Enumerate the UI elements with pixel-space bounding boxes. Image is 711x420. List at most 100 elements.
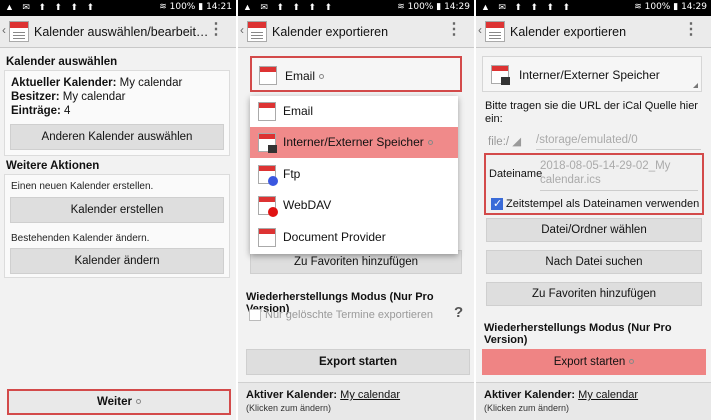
active-calendar-label: Aktiver Kalender: [484,389,576,401]
entries-value: 4 [64,105,71,117]
dropdown-item-label: Ftp [283,167,301,181]
storage-icon [258,133,277,153]
only-deleted-label: Nur gelöschte Termine exportieren [265,309,433,321]
more-actions-card: Einen neuen Kalender erstellen. Kalender… [4,174,230,278]
document-provider-icon [258,228,276,247]
ripple-icon [319,74,325,80]
next-button[interactable]: Weiter [7,389,231,415]
current-calendar-value: My calendar [119,77,183,89]
notification-icons: ▲ ✉ ⬆ ⬆ ⬆ ⬆ [481,2,574,12]
active-calendar-footer[interactable]: Aktiver Kalender: My calendar (Klicken z… [238,382,474,420]
screen-export-dropdown: ▲ ✉ ⬆ ⬆ ⬆ ⬆ ≋ 100% ▮ 14:29 ‹ Kalender ex… [238,0,474,420]
add-favorites-button[interactable]: Zu Favoriten hinzufügen [486,282,702,306]
export-target-spinner[interactable]: Email [250,56,462,92]
path-field[interactable]: /storage/emulated/0 [536,134,701,150]
dropdown-item-label: Email [283,104,314,118]
dropdown-item-storage[interactable]: Interner/Externer Speicher [250,127,458,158]
active-calendar-line: Aktiver Kalender: My calendar [484,389,638,401]
create-calendar-text: Einen neuen Kalender erstellen. [11,181,154,192]
edit-calendar-text: Bestehenden Kalender ändern. [11,233,150,244]
owner-value: My calendar [62,91,126,103]
battery-icon: ▮ [673,2,679,12]
calendar-app-icon [485,21,505,42]
only-deleted-checkbox[interactable] [249,309,261,321]
notification-icons: ▲ ✉ ⬆ ⬆ ⬆ ⬆ [243,2,336,12]
filename-field[interactable]: 2018-08-05-14-29-02_My calendar.ics [540,159,698,191]
active-calendar-link[interactable]: My calendar [578,389,638,401]
wifi-icon: ≋ [159,2,167,12]
battery-level: 100% [644,2,671,12]
ftp-icon [258,165,278,186]
owner-label: Besitzer: [11,91,60,103]
active-calendar-link[interactable]: My calendar [340,389,400,401]
filename-group: Dateiname 2018-08-05-14-29-02_My calenda… [484,153,704,215]
section-more-title: Weitere Aktionen [6,160,100,172]
current-calendar-card: Aktueller Kalender: My calendar Besitzer… [4,70,230,156]
battery-level: 100% [407,2,434,12]
export-start-button[interactable]: Export starten [482,349,706,375]
back-icon[interactable]: ‹ [478,23,482,37]
screen-export-storage: ▲ ✉ ⬆ ⬆ ⬆ ⬆ ≋ 100% ▮ 14:29 ‹ Kalender ex… [476,0,711,420]
current-calendar-label: Aktueller Kalender: [11,77,117,89]
wifi-icon: ≋ [634,2,642,12]
spinner-value: Email [285,69,325,83]
action-bar: ‹ Kalender exportieren ⋮ [476,16,711,48]
chevron-down-icon: ◢ [512,136,522,148]
overflow-menu-icon[interactable]: ⋮ [446,22,462,38]
dropdown-item-ftp[interactable]: Ftp [250,159,458,190]
active-calendar-footer[interactable]: Aktiver Kalender: My calendar (Klicken z… [476,382,711,420]
storage-icon [491,65,510,85]
screen-title: Kalender exportieren [272,25,389,39]
clock: 14:29 [681,2,707,12]
storage-badge [268,145,277,153]
owner-row: Besitzer: My calendar [11,91,125,103]
timestamp-label: Zeitstempel als Dateinamen verwenden [506,198,700,210]
back-icon[interactable]: ‹ [2,23,6,37]
active-calendar-line: Aktiver Kalender: My calendar [246,389,400,401]
status-bar: ▲ ✉ ⬆ ⬆ ⬆ ⬆ ≋ 100% ▮ 14:29 [238,0,474,16]
spinner-value: Interner/Externer Speicher [519,68,660,82]
dropdown-item-label: WebDAV [283,198,332,212]
screen-title: Kalender auswählen/bearbeit… [34,25,209,39]
ripple-icon [427,140,433,146]
back-icon[interactable]: ‹ [240,23,244,37]
active-calendar-hint: (Klicken zum ändern) [484,403,570,413]
status-right: ≋ 100% ▮ 14:29 [397,2,470,12]
wifi-icon: ≋ [397,2,405,12]
scheme-select[interactable]: file:/ ◢ [488,134,521,148]
entries-row: Einträge: 4 [11,105,70,117]
search-file-button[interactable]: Nach Datei suchen [486,250,702,274]
ripple-icon [629,359,635,365]
help-icon[interactable]: ? [454,304,463,321]
select-other-calendar-button[interactable]: Anderen Kalender auswählen [10,124,224,150]
dropdown-arrow-icon [693,83,698,88]
battery-icon: ▮ [436,2,442,12]
active-calendar-label: Aktiver Kalender: [246,389,338,401]
overflow-menu-icon[interactable]: ⋮ [208,22,224,38]
edit-calendar-button[interactable]: Kalender ändern [10,248,224,274]
webdav-badge [268,207,278,217]
email-icon [258,102,276,121]
spinner-value-text: Email [285,69,316,83]
action-bar: ‹ Kalender exportieren ⋮ [238,16,474,48]
action-bar: ‹ Kalender auswählen/bearbeit… ⋮ [0,16,236,48]
timestamp-checkbox[interactable] [491,197,503,210]
calendar-app-icon [9,21,29,42]
active-calendar-hint: (Klicken zum ändern) [246,403,332,413]
export-target-spinner[interactable]: Interner/Externer Speicher [482,56,702,92]
overflow-menu-icon[interactable]: ⋮ [683,22,699,38]
scheme-value: file:/ [488,136,510,148]
dropdown-item-label: Document Provider [283,230,386,244]
export-start-button[interactable]: Export starten [246,349,470,375]
export-target-dropdown: Email Interner/Externer Speicher Ftp Web… [250,96,458,254]
status-right: ≋ 100% ▮ 14:29 [634,2,707,12]
next-label: Weiter [97,396,132,408]
screen-title: Kalender exportieren [510,25,627,39]
create-calendar-button[interactable]: Kalender erstellen [10,197,224,223]
entries-label: Einträge: [11,105,61,117]
dropdown-item-document-provider[interactable]: Document Provider [250,222,458,253]
dropdown-item-webdav[interactable]: WebDAV [250,190,458,221]
dropdown-item-label-text: Interner/Externer Speicher [283,135,424,149]
dropdown-item-email[interactable]: Email [250,96,458,127]
choose-file-folder-button[interactable]: Datei/Ordner wählen [486,218,702,242]
